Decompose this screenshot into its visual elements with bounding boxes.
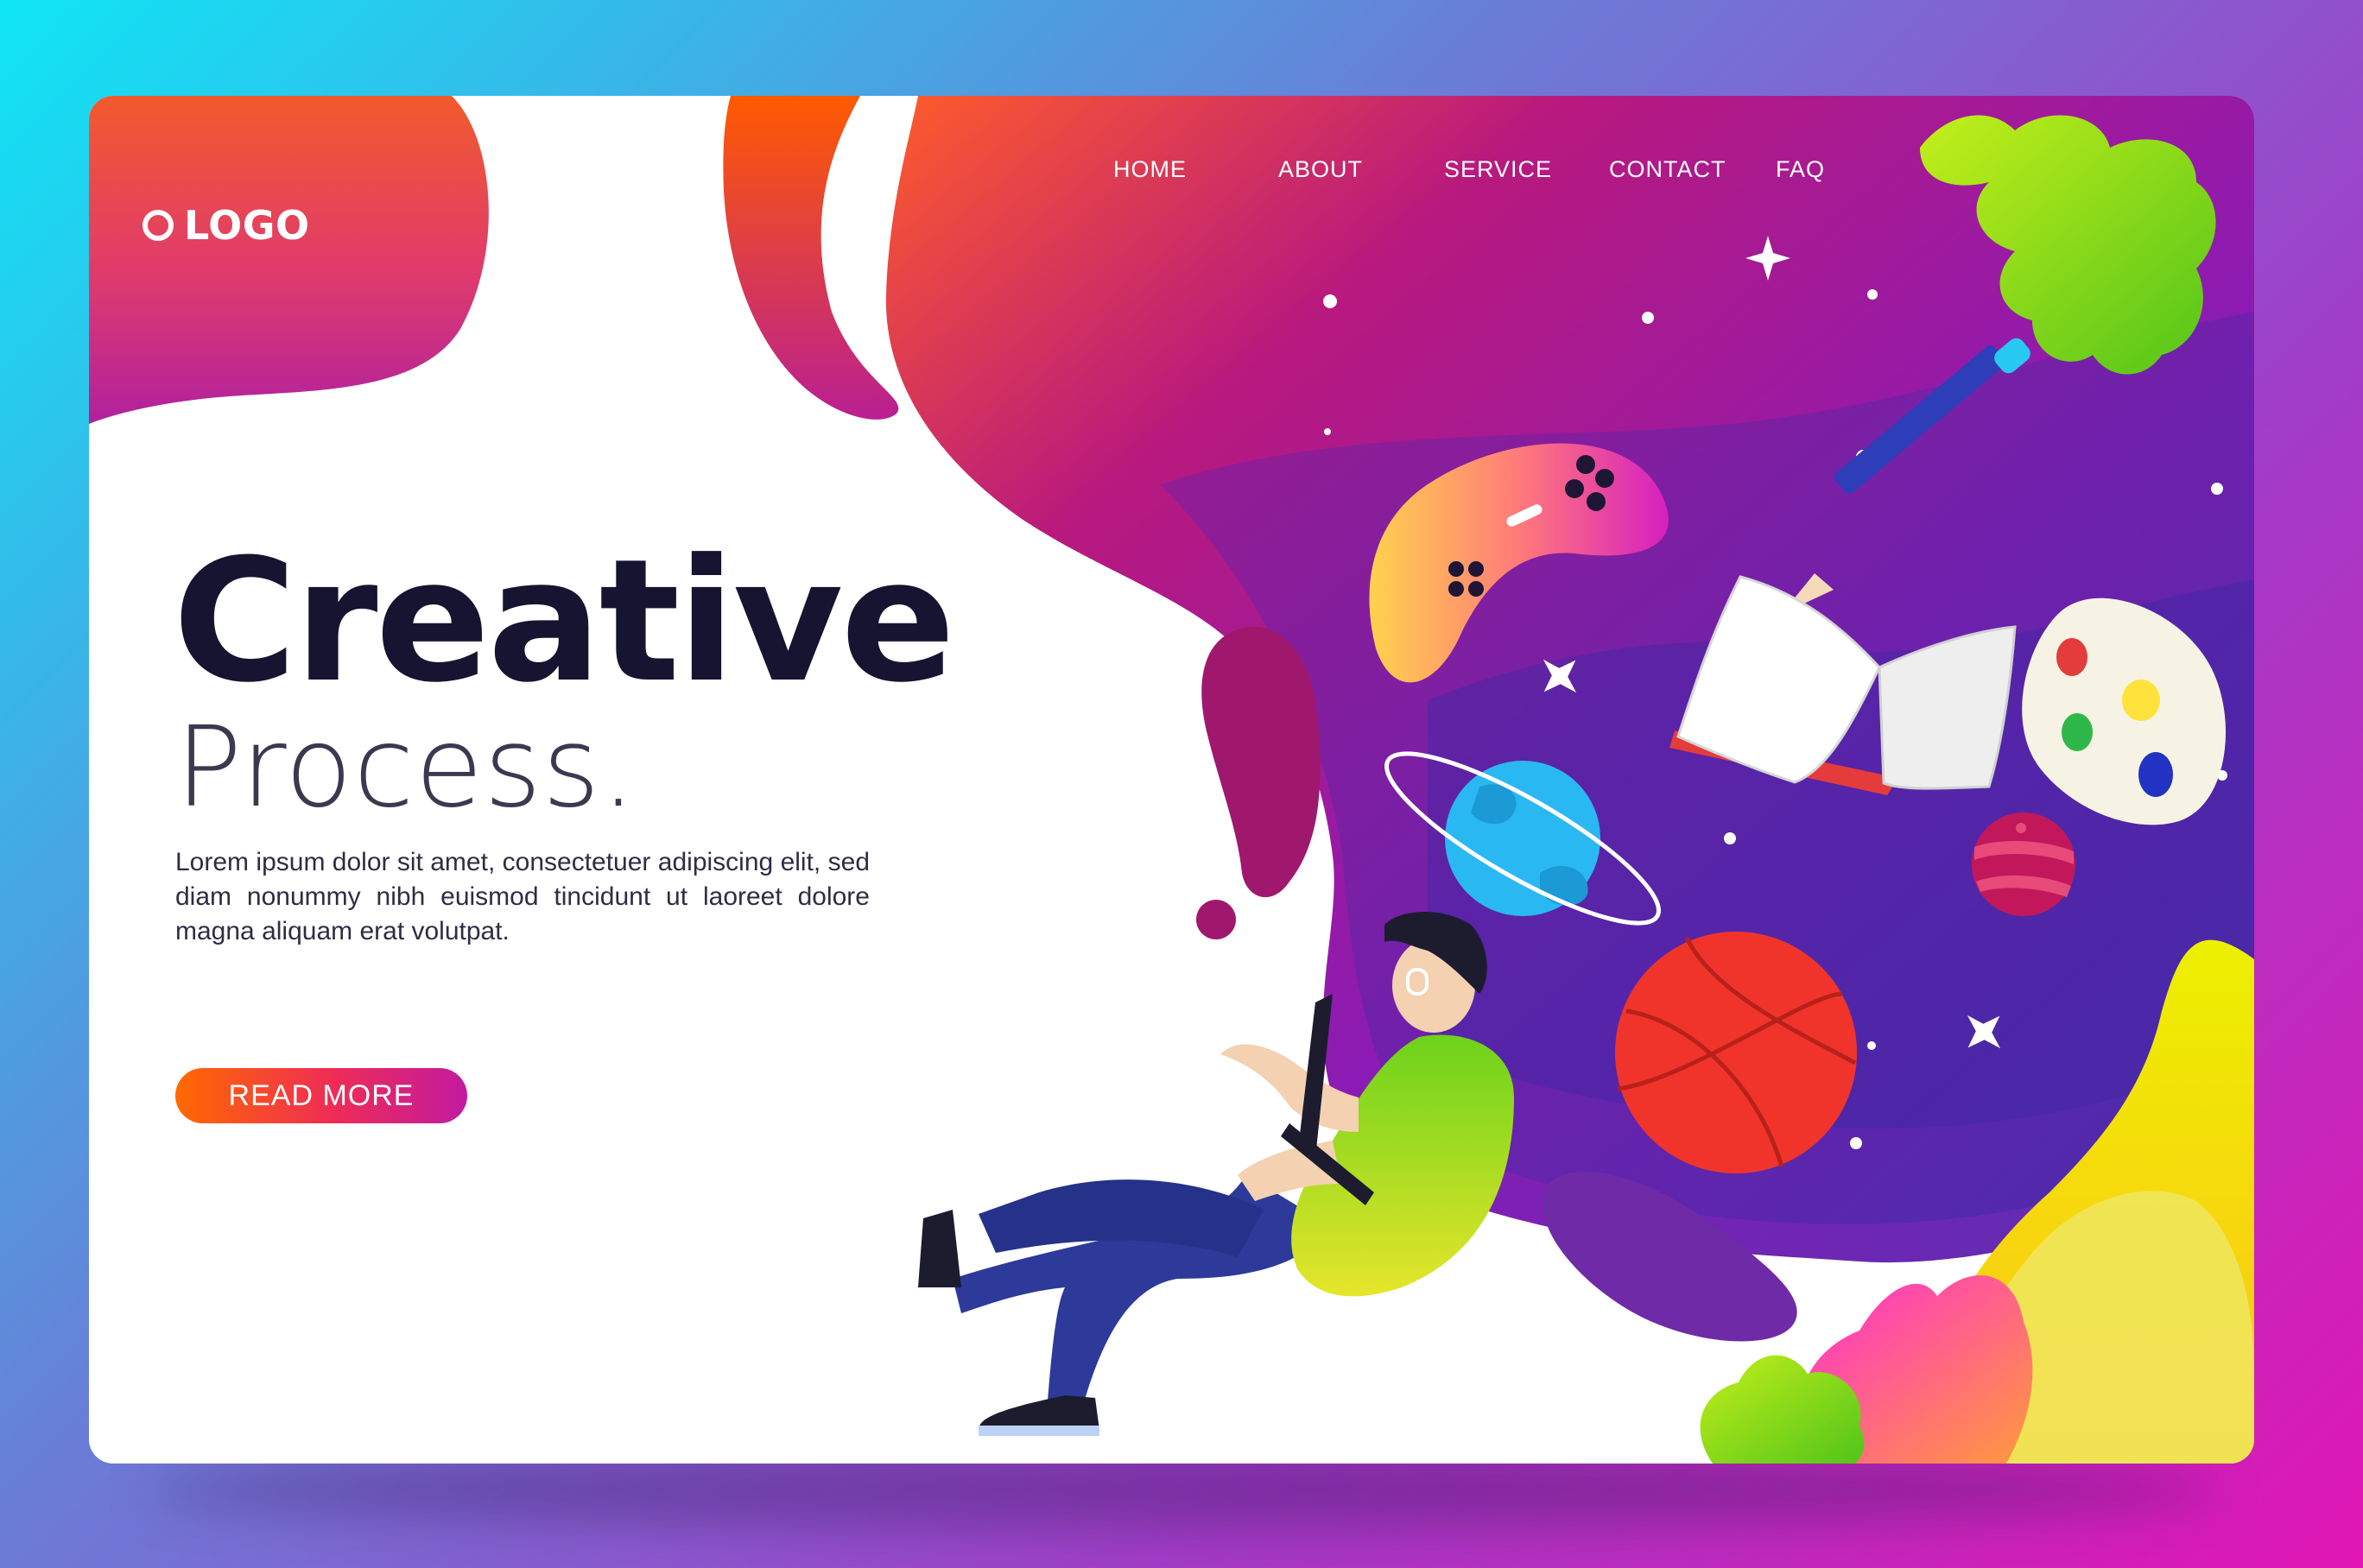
dot-magenta [1196, 900, 1236, 939]
hero-title: Creative [173, 523, 955, 720]
nav-contact[interactable]: CONTACT [1609, 156, 1726, 183]
blob-top-left [89, 96, 489, 424]
nav-home[interactable]: HOME [1113, 156, 1187, 183]
basketball-icon [1615, 932, 1857, 1173]
logo-ring-icon [143, 210, 174, 241]
blob-magenta-drop [1201, 626, 1321, 898]
planet-icon [1972, 812, 2075, 916]
blob-drip [723, 96, 899, 420]
main-nav: HOME ABOUT SERVICE CONTACT FAQ [89, 156, 2254, 208]
hero-subtitle: Process. [175, 704, 637, 832]
person-illustration [918, 912, 1514, 1436]
nav-service[interactable]: SERVICE [1444, 156, 1552, 183]
nav-faq[interactable]: FAQ [1776, 156, 1825, 183]
logo-text: LOGO [184, 202, 310, 249]
read-more-button[interactable]: READ MORE [175, 1068, 467, 1123]
landing-page-card: LOGO HOME ABOUT SERVICE CONTACT FAQ Crea… [89, 96, 2254, 1464]
hero-description: Lorem ipsum dolor sit amet, consectetuer… [175, 848, 870, 945]
logo[interactable]: LOGO [143, 202, 310, 249]
nav-about[interactable]: ABOUT [1278, 156, 1363, 183]
